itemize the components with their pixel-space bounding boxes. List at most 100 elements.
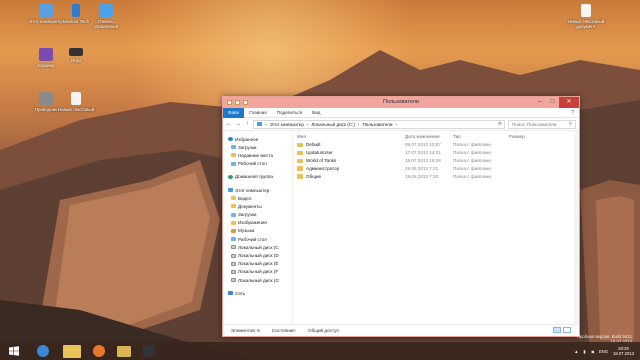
desktop-icon-games[interactable]: Игры [56, 48, 96, 63]
ie-icon[interactable] [37, 345, 49, 357]
volume-icon[interactable]: ◀ [591, 349, 594, 354]
video-folder-icon [231, 196, 236, 201]
computer-icon [39, 4, 53, 17]
explorer-window[interactable]: Пользователи – □ ✕ Файл Главная Поделить… [222, 96, 580, 337]
help-icon[interactable]: ? [571, 110, 579, 116]
minimize-button[interactable]: – [533, 97, 546, 108]
column-size[interactable]: Размер [509, 134, 525, 139]
notifications-chevron-icon[interactable]: ▲ [574, 349, 578, 354]
nav-this-pc[interactable]: Этот компьютер [223, 186, 292, 194]
breadcrumb-users[interactable]: Пользователи [362, 122, 392, 127]
nav-pc-downloads[interactable]: Загрузки [223, 211, 292, 219]
folder-icon [297, 174, 303, 179]
language-indicator[interactable]: ENG [599, 349, 608, 354]
address-bar[interactable]: › Этот компьютер › Локальный диск (C:) ›… [253, 119, 505, 129]
folder-icon[interactable] [117, 345, 131, 357]
explorer-icon[interactable] [63, 344, 81, 358]
documents-folder-icon [231, 204, 236, 209]
folder-icon [297, 166, 303, 171]
drive-icon [231, 278, 236, 283]
nav-desktop[interactable]: Рабочий стол [223, 160, 292, 168]
column-name[interactable]: Имя [297, 134, 405, 139]
explorer-shortcut-icon [39, 92, 53, 105]
window-controls: – □ ✕ [533, 97, 579, 108]
network-status-icon[interactable]: ▮ [583, 349, 585, 354]
search-box[interactable]: Поиск: Пользователи ⚲ [508, 119, 576, 129]
navigation-pane[interactable]: Избранное Загрузки Недавние места Рабочи… [223, 131, 293, 324]
homegroup-icon [228, 174, 233, 179]
file-row[interactable]: Администратор 29.06.2013 7:21 Папка с фа… [293, 164, 579, 172]
folder-icon [297, 150, 303, 156]
up-arrow-icon[interactable]: ↑ [244, 121, 250, 127]
search-icon: ⚲ [568, 121, 572, 126]
nav-drive-d[interactable]: Локальный диск (D [223, 251, 292, 259]
back-arrow-icon[interactable]: ← [226, 121, 232, 127]
start-button[interactable] [3, 343, 25, 359]
vertical-scrollbar[interactable] [574, 131, 579, 324]
close-button[interactable]: ✕ [559, 97, 579, 108]
file-row[interactable]: Default 09.07.2013 10:57 Папка с файлами [293, 141, 579, 149]
nav-recent-places[interactable]: Недавние места [223, 151, 292, 159]
drive-icon [231, 253, 236, 258]
breadcrumb-drive-c[interactable]: Локальный диск (C:) [311, 122, 354, 127]
breadcrumb-separator: › [357, 121, 360, 127]
maximize-button[interactable]: □ [546, 97, 559, 108]
large-icons-view-icon[interactable] [563, 327, 571, 333]
nav-documents[interactable]: Документы [223, 202, 292, 210]
clock[interactable]: 20:29 18.07.2013 [613, 346, 634, 356]
nav-downloads[interactable]: Загрузки [223, 143, 292, 151]
network-icon [228, 291, 233, 296]
music-folder-icon [231, 228, 236, 233]
nav-music[interactable]: Музыка [223, 227, 292, 235]
nav-drive-f[interactable]: Локальный диск (F [223, 268, 292, 276]
navigation-bar: ← → ↑ › Этот компьютер › Локальный диск … [223, 118, 579, 131]
file-list[interactable]: Имя Дата изменения Тип Размер Default 09… [293, 131, 579, 324]
media-icon[interactable] [143, 345, 155, 357]
search-placeholder: Поиск: Пользователи [512, 121, 557, 127]
title-bar[interactable]: Пользователи – □ ✕ [223, 97, 579, 108]
tab-home[interactable]: Главная [244, 108, 271, 118]
file-row[interactable]: UpdatusUser 17.07.2013 14:31 Папка с фай… [293, 149, 579, 157]
downloads-icon [231, 212, 236, 217]
nav-favorites[interactable]: Избранное [223, 135, 292, 143]
breadcrumb-separator: › [306, 121, 309, 127]
state-label: Состояние: [271, 327, 296, 333]
tab-view[interactable]: Вид [307, 108, 325, 118]
nav-pc-desktop[interactable]: Рабочий стол [223, 235, 292, 243]
status-bar: Элементов: 5 Состояние: Общий доступ [223, 324, 579, 335]
column-date[interactable]: Дата изменения [405, 134, 453, 139]
folder-icon [297, 158, 303, 163]
file-row[interactable]: Общие 19.06.2013 7:20 Папка с файлами [293, 172, 579, 180]
refresh-icon[interactable]: ⟳ [498, 121, 504, 127]
desktop-icon-text-doc-2[interactable]: Новый текстовый документ [566, 4, 606, 29]
nav-drive-c[interactable]: Локальный диск (C [223, 243, 292, 251]
column-type[interactable]: Тип [453, 134, 509, 139]
nav-video[interactable]: Видео [223, 194, 292, 202]
file-row[interactable]: World of Tanks 18.07.2013 16:28 Папка с … [293, 157, 579, 165]
nav-drive-e[interactable]: Локальный диск (E [223, 260, 292, 268]
column-headers: Имя Дата изменения Тип Размер [293, 131, 579, 141]
shortcut-icon [72, 4, 80, 17]
computer-icon [228, 188, 233, 193]
tab-share[interactable]: Поделиться [272, 108, 307, 118]
pictures-folder-icon [231, 220, 236, 225]
drive-icon [231, 245, 236, 250]
shared-state: Общий доступ [308, 327, 339, 333]
drive-icon [231, 269, 236, 274]
breadcrumb-this-pc[interactable]: Этот компьютер [270, 122, 304, 127]
downloads-icon [231, 145, 236, 150]
breadcrumb-separator: › [395, 121, 397, 127]
tab-file[interactable]: Файл [223, 107, 245, 118]
desktop-icon-control-panel[interactable]: Панель управления [86, 4, 126, 29]
nav-pictures[interactable]: Изображения [223, 219, 292, 227]
details-view-icon[interactable] [553, 327, 561, 333]
forward-arrow-icon[interactable]: → [235, 121, 241, 127]
desktop-icon-text-doc[interactable]: Новый текстовый [56, 92, 96, 112]
recent-places-icon [231, 153, 236, 158]
nav-drive-g[interactable]: Локальный диск (G [223, 276, 292, 284]
firefox-icon[interactable] [93, 345, 105, 357]
nav-homegroup[interactable]: Домашняя группа [223, 173, 292, 181]
text-document-icon [581, 4, 591, 17]
text-document-icon [71, 92, 81, 105]
nav-network[interactable]: Сеть [223, 289, 292, 297]
